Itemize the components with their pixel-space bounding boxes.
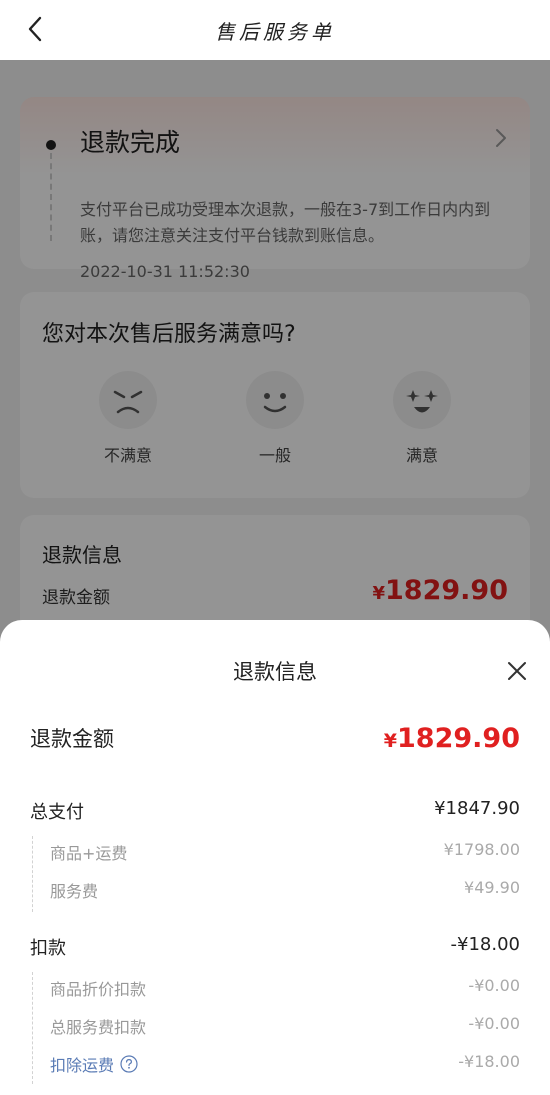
currency-symbol: ¥ — [383, 730, 398, 752]
deduction-label: 扣款 — [30, 938, 66, 959]
shipping-deduction-link[interactable]: 扣除运费 — [50, 1052, 138, 1076]
line-item-label: 总服务费扣款 — [50, 1018, 147, 1037]
line-item-value: ¥49.90 — [464, 878, 520, 897]
line-item-value: -¥0.00 — [468, 976, 520, 995]
line-item-value: ¥1798.00 — [443, 840, 520, 859]
refund-amount-number: 1829.90 — [397, 723, 520, 754]
refund-amount-label: 退款金额 — [30, 727, 114, 751]
close-icon[interactable] — [506, 660, 528, 682]
guide-line — [32, 972, 33, 1084]
top-nav-bar: 售后服务单 — [0, 0, 550, 60]
page-title: 售后服务单 — [215, 19, 335, 44]
refund-info-sheet: 退款信息 退款金额 ¥1829.90 总支付 ¥1847.90 商品+运费 ¥1… — [0, 620, 550, 1095]
total-paid-value: ¥1847.90 — [434, 798, 520, 819]
total-paid-label: 总支付 — [30, 802, 84, 823]
line-item-label: 扣除运费 — [50, 1056, 115, 1075]
guide-line — [32, 836, 33, 912]
refund-amount-value: ¥1829.90 — [384, 723, 520, 754]
question-circle-icon[interactable] — [120, 1055, 138, 1073]
line-item-value: -¥18.00 — [458, 1052, 520, 1071]
line-item-label: 商品+运费 — [50, 844, 128, 863]
line-item-label: 商品折价扣款 — [50, 980, 147, 999]
deduction-value: -¥18.00 — [450, 934, 520, 955]
chevron-left-icon — [28, 16, 42, 42]
line-item-label: 服务费 — [50, 882, 99, 901]
back-button[interactable] — [22, 14, 50, 44]
line-item-value: -¥0.00 — [468, 1014, 520, 1033]
sheet-title: 退款信息 — [233, 660, 317, 684]
